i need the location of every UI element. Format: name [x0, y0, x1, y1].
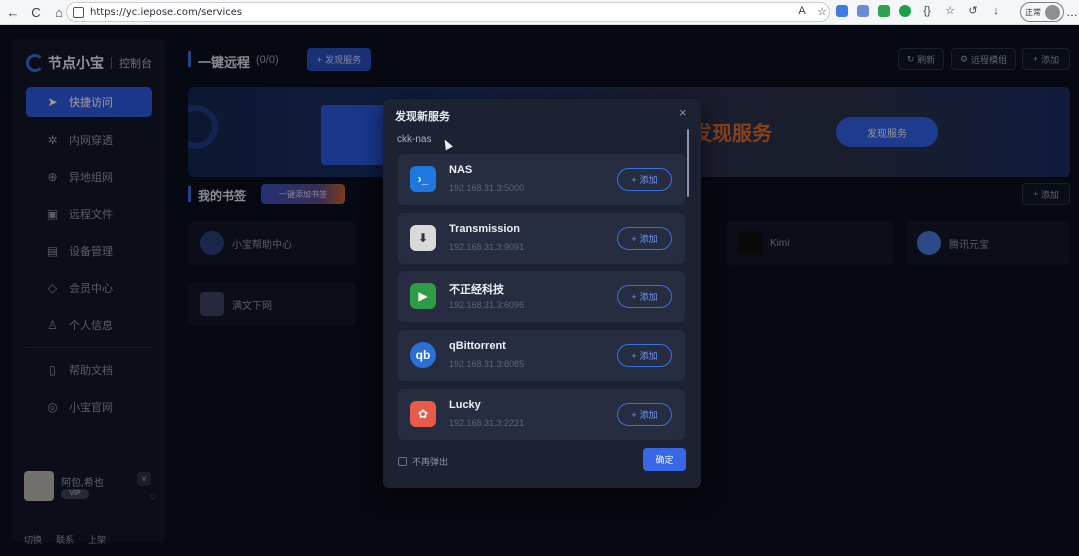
site-info-icon[interactable]	[73, 6, 84, 18]
extension-green-icon[interactable]	[878, 4, 890, 17]
read-aloud-icon[interactable]: A	[795, 5, 809, 18]
extension-shield-icon[interactable]	[899, 4, 911, 17]
add-label: 添加	[639, 175, 658, 185]
service-name: 不正经科技	[449, 284, 504, 296]
service-item: ▶ 不正经科技 192.168.31.3:6096 + 添加	[398, 271, 685, 322]
dont-show-again[interactable]: 不再弹出	[398, 455, 448, 468]
service-item: ⬇ Transmission 192.168.31.3:9091 + 添加	[398, 213, 685, 264]
add-label: 添加	[639, 410, 658, 420]
dont-show-label: 不再弹出	[412, 457, 449, 467]
service-item: ›_ NAS 192.168.31.3:5000 + 添加	[398, 154, 685, 205]
service-name: NAS	[449, 164, 473, 176]
add-service-button[interactable]: + 添加	[617, 227, 672, 250]
add-label: 添加	[639, 234, 658, 244]
plus-icon: +	[631, 291, 637, 302]
lucky-icon: ✿	[410, 401, 436, 427]
url-text: https://yc.iepose.com/services	[90, 6, 243, 18]
history-icon[interactable]: ↺	[966, 4, 980, 17]
address-bar[interactable]: https://yc.iepose.com/services	[66, 2, 830, 22]
terminal-icon: ›_	[410, 166, 436, 192]
device-name: ckk-nas	[397, 134, 432, 145]
service-address: 192.168.31.3:5000	[449, 183, 525, 193]
service-name: qBittorrent	[449, 340, 506, 352]
plus-icon: +	[631, 409, 637, 420]
service-address: 192.168.31.3:8085	[449, 359, 525, 369]
play-icon: ▶	[410, 283, 436, 309]
plus-icon: +	[631, 233, 637, 244]
service-address: 192.168.31.3:2221	[449, 418, 525, 428]
service-name: Lucky	[449, 399, 481, 411]
service-address: 192.168.31.3:6096	[449, 300, 525, 310]
confirm-button[interactable]: 确定	[643, 448, 686, 471]
service-item: ✿ Lucky 192.168.31.3:2221 + 添加	[398, 389, 685, 440]
add-service-button[interactable]: + 添加	[617, 344, 672, 367]
dialog-title: 发现新服务	[395, 111, 450, 123]
transmission-icon: ⬇	[410, 225, 436, 251]
add-service-button[interactable]: + 添加	[617, 403, 672, 426]
plus-icon: +	[631, 350, 637, 361]
browser-menu-icon[interactable]: …	[1066, 5, 1078, 19]
favorite-star-icon[interactable]: ☆	[815, 5, 829, 18]
service-address: 192.168.31.3:9091	[449, 242, 525, 252]
extensions-icon[interactable]: {}	[920, 5, 934, 17]
discover-dialog: 发现新服务 × ckk-nas ›_ NAS 192.168.31.3:5000…	[383, 99, 701, 488]
service-name: Transmission	[449, 223, 520, 235]
app: 节点小宝 控制台 ➤ 快捷访问 ✲ 内网穿透 ⊕ 异地组网 ▣ 远程文件 ▤ 设…	[0, 25, 1079, 556]
browser-toolbar: ← C ⌂ https://yc.iepose.com/services A ☆…	[0, 0, 1079, 25]
add-service-button[interactable]: + 添加	[617, 285, 672, 308]
qbittorrent-icon: qb	[410, 342, 436, 368]
back-icon[interactable]: ←	[3, 2, 23, 22]
add-label: 添加	[639, 292, 658, 302]
favorites-icon[interactable]: ☆	[943, 4, 957, 17]
add-label: 添加	[639, 351, 658, 361]
plus-icon: +	[631, 174, 637, 185]
downloads-icon[interactable]: ↓	[989, 5, 1003, 17]
reload-icon[interactable]: C	[26, 2, 46, 22]
service-item: qb qBittorrent 192.168.31.3:8085 + 添加	[398, 330, 685, 381]
profile-avatar	[1045, 4, 1060, 20]
extension-blue-icon[interactable]	[836, 4, 848, 17]
checkbox[interactable]	[398, 457, 407, 466]
extension-purple-icon[interactable]	[857, 4, 869, 17]
close-icon[interactable]: ×	[679, 105, 687, 120]
profile-label: 正常	[1025, 7, 1041, 17]
mouse-cursor-icon	[441, 137, 453, 151]
profile-button[interactable]: 正常	[1020, 2, 1064, 22]
scrollbar[interactable]	[687, 129, 689, 197]
add-service-button[interactable]: + 添加	[617, 168, 672, 191]
